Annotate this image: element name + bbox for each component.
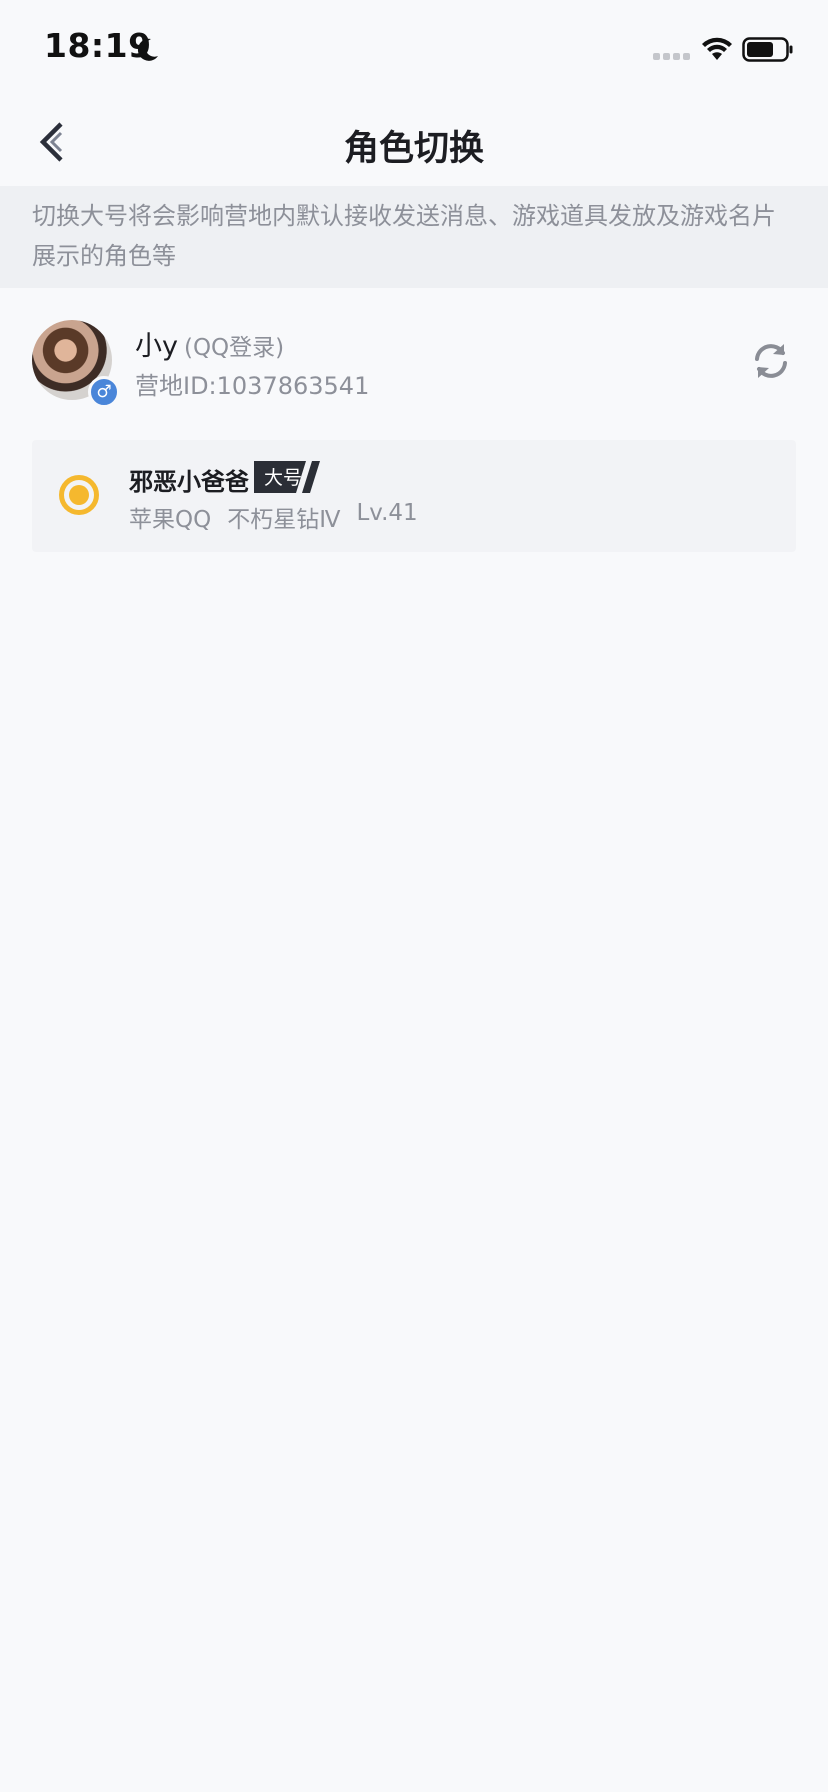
role-name: 邪恶小爸爸	[129, 468, 249, 496]
male-icon: ♂	[88, 376, 120, 408]
login-type: (QQ登录)	[183, 335, 285, 361]
wifi-icon	[702, 37, 732, 60]
role-rank: 不朽星钻Ⅳ	[227, 507, 341, 533]
main-account-tag-label: 大号	[264, 467, 303, 489]
profile-name-row: 小y (QQ登录)	[135, 324, 284, 363]
role-level: Lv.41	[356, 500, 418, 526]
battery-icon	[742, 37, 793, 62]
refresh-button[interactable]	[748, 338, 794, 384]
camp-id: 营地ID:1037863541	[135, 372, 370, 400]
role-platform: 苹果QQ	[129, 507, 212, 533]
signal-icon	[653, 53, 690, 60]
role-meta: 苹果QQ 不朽星钻Ⅳ Lv.41	[129, 500, 434, 534]
role-card[interactable]: 邪恶小爸爸 大号 苹果QQ 不朽星钻Ⅳ Lv.41	[32, 440, 796, 552]
refresh-icon	[755, 344, 787, 378]
radio-selected-icon[interactable]	[59, 475, 99, 515]
page-title: 角色切换	[343, 129, 484, 169]
nav-bar: 角色切换	[0, 98, 828, 186]
account-profile: ♂ 小y (QQ登录) 营地ID:1037863541	[0, 310, 828, 410]
main-account-tag: 大号	[254, 461, 326, 493]
profile-name: 小y	[135, 331, 178, 362]
status-bar: 18:19	[0, 0, 828, 98]
moon-icon	[137, 38, 158, 61]
notice-banner: 切换大号将会影响营地内默认接收发送消息、游戏道具发放及游戏名片展示的角色等	[0, 186, 828, 288]
